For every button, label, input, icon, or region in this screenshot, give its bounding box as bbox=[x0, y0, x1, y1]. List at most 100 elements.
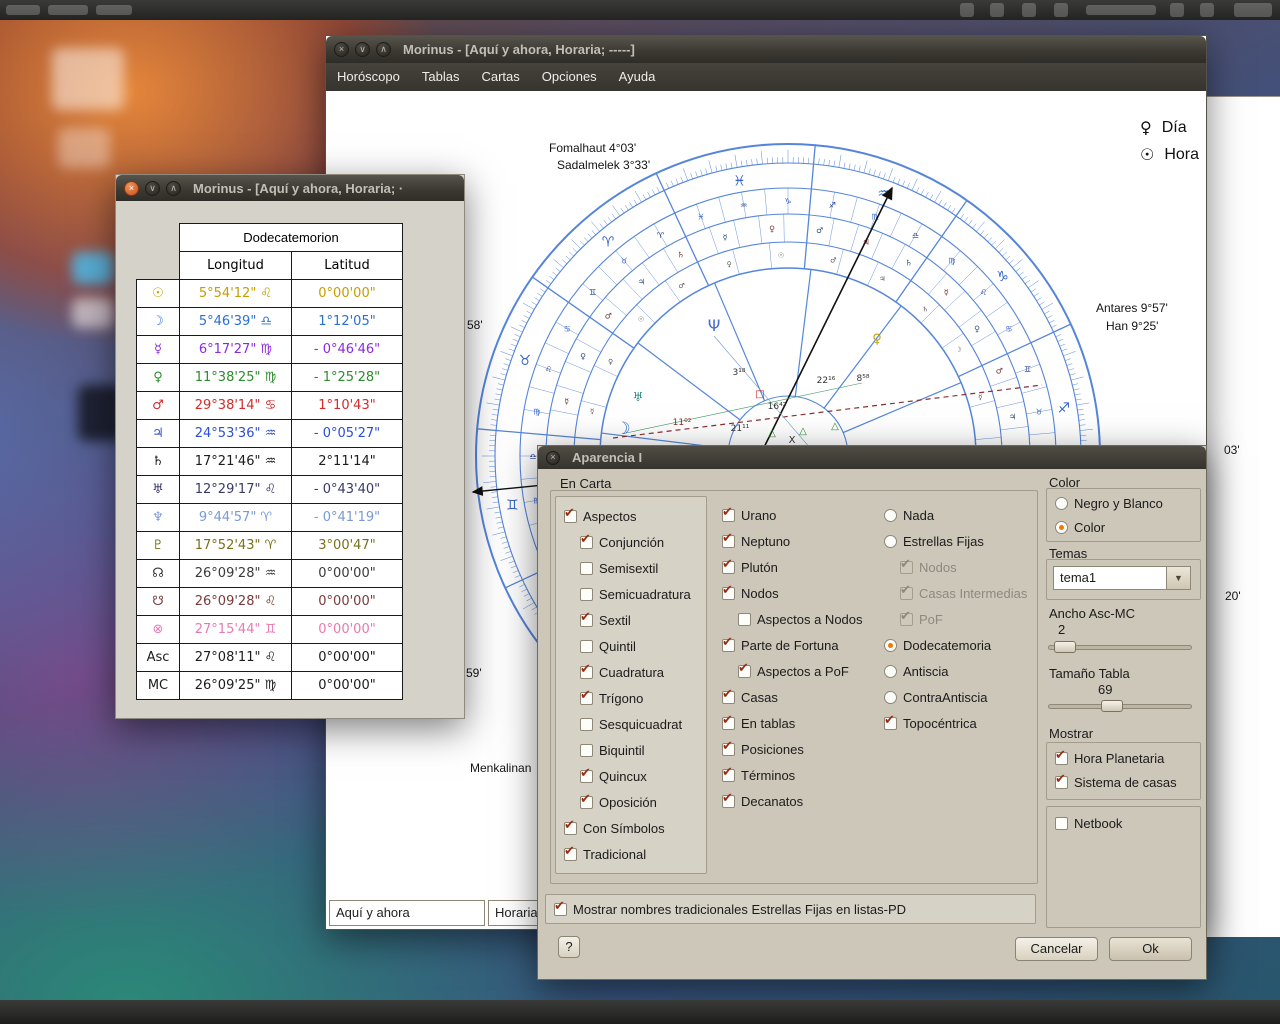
checkbox-aspectos[interactable]: ✔ bbox=[564, 506, 577, 523]
option-nodos[interactable]: ✔ Nodos bbox=[714, 580, 863, 606]
close-button[interactable]: × bbox=[334, 42, 349, 57]
option-en-tablas[interactable]: ✔ En tablas bbox=[714, 710, 863, 736]
minimize-button[interactable]: ∨ bbox=[145, 180, 160, 196]
option-sesquicuadrat[interactable]: Sesquicuadrat bbox=[556, 711, 706, 737]
option-decanatos[interactable]: ✔ Decanatos bbox=[714, 788, 863, 814]
tray-icon[interactable] bbox=[1200, 3, 1214, 17]
checkbox-cuadratura[interactable]: ✔ bbox=[580, 662, 593, 679]
checkbox-mostrar-nombres-tradicionales-estrellas-fijas-en-listas-pd[interactable]: ✔ bbox=[554, 899, 567, 916]
cancel-button[interactable]: Cancelar bbox=[1015, 937, 1098, 961]
option-conjuncion[interactable]: ✔ Conjunción bbox=[556, 529, 706, 555]
option-trigono[interactable]: ✔ Trígono bbox=[556, 685, 706, 711]
checkbox-topocentrica[interactable]: ✔ bbox=[884, 713, 897, 730]
option-casas[interactable]: ✔ Casas bbox=[714, 684, 863, 710]
close-button[interactable]: × bbox=[546, 450, 560, 465]
checkbox-en-tablas[interactable]: ✔ bbox=[722, 713, 735, 730]
option-color[interactable]: Color bbox=[1047, 515, 1200, 539]
checkbox-tradicional[interactable]: ✔ bbox=[564, 844, 577, 861]
checkbox-biquintil[interactable] bbox=[580, 743, 593, 757]
checkbox-sesquicuadrat[interactable] bbox=[580, 717, 593, 731]
menu-horoscopo[interactable]: Horóscopo bbox=[326, 63, 411, 91]
option-parte-de-fortuna[interactable]: ✔ Parte de Fortuna bbox=[714, 632, 863, 658]
menu-tablas[interactable]: Tablas bbox=[411, 63, 471, 91]
checkbox-neptuno[interactable]: ✔ bbox=[722, 531, 735, 548]
panel-menu-item[interactable] bbox=[6, 5, 40, 15]
radio-negro-y-blanco[interactable] bbox=[1055, 496, 1068, 510]
option-pluton[interactable]: ✔ Plutón bbox=[714, 554, 863, 580]
checkbox-con-simbolos[interactable]: ✔ bbox=[564, 818, 577, 835]
panel-menu-item[interactable] bbox=[48, 5, 88, 15]
radio-antiscia[interactable] bbox=[884, 664, 897, 678]
checkbox-oposicion[interactable]: ✔ bbox=[580, 792, 593, 809]
tray-icon[interactable] bbox=[1022, 3, 1036, 17]
option-pof[interactable]: ✔ PoF bbox=[876, 606, 1027, 632]
session-menu[interactable] bbox=[1234, 3, 1272, 17]
checkbox-casas-intermedias[interactable]: ✔ bbox=[900, 583, 913, 600]
tamano-slider-handle[interactable] bbox=[1101, 700, 1123, 712]
option-topocentrica[interactable]: ✔ Topocéntrica bbox=[876, 710, 1027, 736]
tray-icon[interactable] bbox=[1054, 3, 1068, 17]
tema-combo[interactable]: tema1 ▼ bbox=[1053, 566, 1191, 590]
tray-icon[interactable] bbox=[960, 3, 974, 17]
checkbox-casas[interactable]: ✔ bbox=[722, 687, 735, 704]
tray-icon[interactable] bbox=[990, 3, 1004, 17]
minimize-button[interactable]: ∨ bbox=[355, 42, 370, 57]
option-casas-intermedias[interactable]: ✔ Casas Intermedias bbox=[876, 580, 1027, 606]
close-button[interactable]: × bbox=[124, 180, 139, 196]
checkbox-aspectos-a-pof[interactable]: ✔ bbox=[738, 661, 751, 678]
option-urano[interactable]: ✔ Urano bbox=[714, 502, 863, 528]
option-cuadratura[interactable]: ✔ Cuadratura bbox=[556, 659, 706, 685]
option-contraantiscia[interactable]: ContraAntiscia bbox=[876, 684, 1027, 710]
option-dodecatemoria[interactable]: Dodecatemoria bbox=[876, 632, 1027, 658]
checkbox-posiciones[interactable]: ✔ bbox=[722, 739, 735, 756]
panel-clock[interactable] bbox=[1086, 5, 1156, 15]
option-terminos[interactable]: ✔ Términos bbox=[714, 762, 863, 788]
option-semisextil[interactable]: Semisextil bbox=[556, 555, 706, 581]
checkbox-trigono[interactable]: ✔ bbox=[580, 688, 593, 705]
checkbox-hora-planetaria[interactable]: ✔ bbox=[1055, 748, 1068, 765]
option-nodos[interactable]: ✔ Nodos bbox=[876, 554, 1027, 580]
checkbox-sextil[interactable]: ✔ bbox=[580, 610, 593, 627]
option-neptuno[interactable]: ✔ Neptuno bbox=[714, 528, 863, 554]
checkbox-quincux[interactable]: ✔ bbox=[580, 766, 593, 783]
chevron-down-icon[interactable]: ▼ bbox=[1167, 566, 1191, 590]
option-sistema-de-casas[interactable]: ✔ Sistema de casas bbox=[1047, 770, 1200, 794]
checkbox-netbook[interactable] bbox=[1055, 816, 1068, 830]
checkbox-semisextil[interactable] bbox=[580, 561, 593, 575]
option-sextil[interactable]: ✔ Sextil bbox=[556, 607, 706, 633]
checkbox-urano[interactable]: ✔ bbox=[722, 505, 735, 522]
option-aspectos-a-pof[interactable]: ✔ Aspectos a PoF bbox=[714, 658, 863, 684]
checkbox-decanatos[interactable]: ✔ bbox=[722, 791, 735, 808]
menu-opciones[interactable]: Opciones bbox=[531, 63, 608, 91]
option-con-simbolos[interactable]: ✔ Con Símbolos bbox=[556, 815, 706, 841]
radio-nada[interactable] bbox=[884, 508, 897, 522]
table-titlebar[interactable]: × ∨ ∧ Morinus - [Aquí y ahora, Horaria; … bbox=[116, 175, 464, 201]
option-semicuadratura[interactable]: Semicuadratura bbox=[556, 581, 706, 607]
checkbox-quintil[interactable] bbox=[580, 639, 593, 653]
checkbox-pluton[interactable]: ✔ bbox=[722, 557, 735, 574]
option-posiciones[interactable]: ✔ Posiciones bbox=[714, 736, 863, 762]
checkbox-semicuadratura[interactable] bbox=[580, 587, 593, 601]
maximize-button[interactable]: ∧ bbox=[376, 42, 391, 57]
option-oposicion[interactable]: ✔ Oposición bbox=[556, 789, 706, 815]
checkbox-aspectos-a-nodos[interactable] bbox=[738, 612, 751, 626]
checkbox-parte-de-fortuna[interactable]: ✔ bbox=[722, 635, 735, 652]
radio-contraantiscia[interactable] bbox=[884, 690, 897, 704]
ancho-slider-handle[interactable] bbox=[1054, 641, 1076, 653]
option-tradicional[interactable]: ✔ Tradicional bbox=[556, 841, 706, 867]
option-biquintil[interactable]: Biquintil bbox=[556, 737, 706, 763]
option-quintil[interactable]: Quintil bbox=[556, 633, 706, 659]
ok-button[interactable]: Ok bbox=[1109, 937, 1192, 961]
option-netbook[interactable]: Netbook bbox=[1047, 811, 1200, 835]
radio-dodecatemoria[interactable] bbox=[884, 638, 897, 652]
help-button[interactable]: ? bbox=[558, 936, 580, 958]
checkbox-sistema-de-casas[interactable]: ✔ bbox=[1055, 772, 1068, 789]
radio-estrellas-fijas[interactable] bbox=[884, 534, 897, 548]
maximize-button[interactable]: ∧ bbox=[166, 180, 181, 196]
panel-menu-item[interactable] bbox=[96, 5, 132, 15]
option-mostrar-nombres-tradicionales-estrellas-fijas-en-listas-pd[interactable]: ✔ Mostrar nombres tradicionales Estrellas… bbox=[546, 897, 1035, 921]
option-hora-planetaria[interactable]: ✔ Hora Planetaria bbox=[1047, 746, 1200, 770]
option-nada[interactable]: Nada bbox=[876, 502, 1027, 528]
option-negro-y-blanco[interactable]: Negro y Blanco bbox=[1047, 491, 1200, 515]
checkbox-nodos[interactable]: ✔ bbox=[900, 557, 913, 574]
